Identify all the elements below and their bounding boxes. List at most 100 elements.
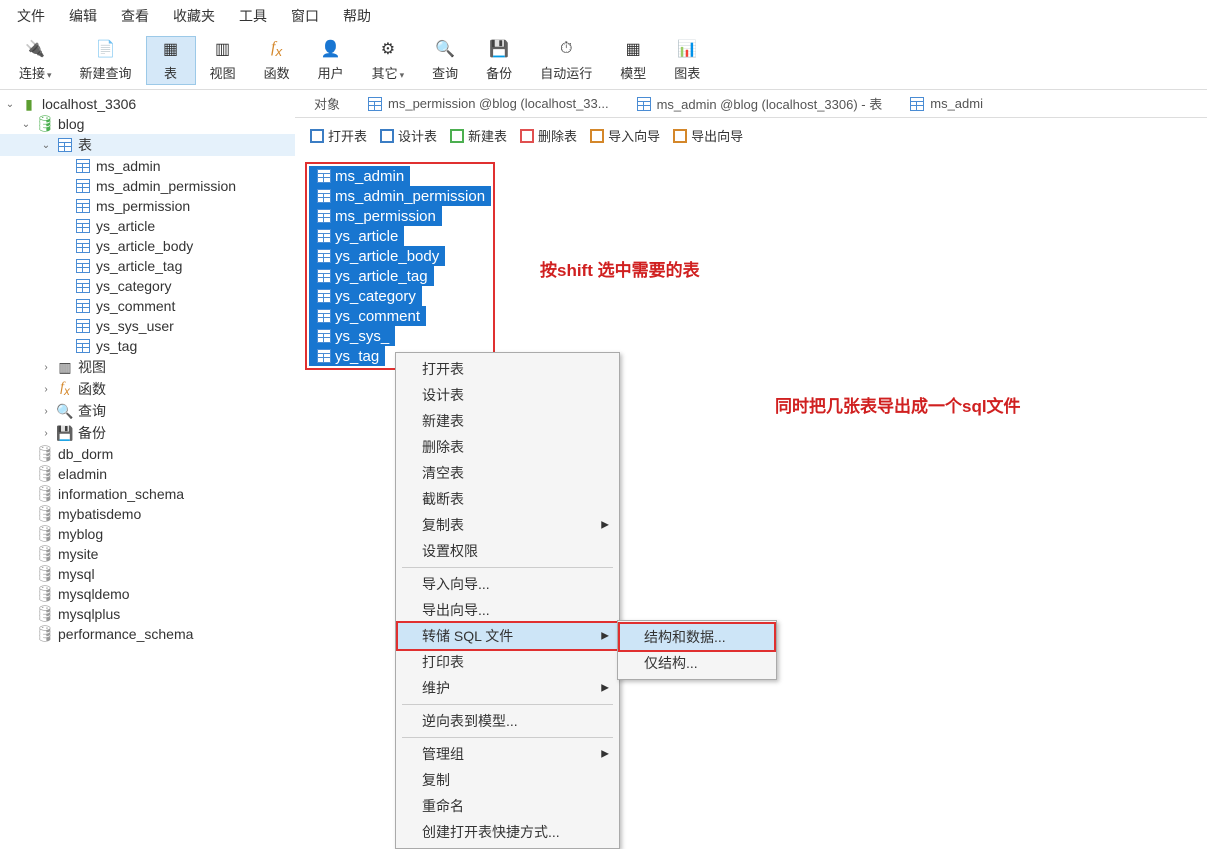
- ctx-item[interactable]: 打开表: [398, 356, 617, 382]
- table-node[interactable]: ms_admin: [0, 156, 295, 176]
- ctx-item[interactable]: 新建表: [398, 408, 617, 434]
- selected-table[interactable]: ms_admin_permission: [309, 186, 491, 206]
- menu-edit[interactable]: 编辑: [57, 2, 109, 30]
- tables-folder-node[interactable]: ⌄ 表: [0, 134, 295, 156]
- toolbar-用户[interactable]: 👤用户: [304, 36, 358, 85]
- toolbar-函数[interactable]: fx函数: [250, 36, 304, 85]
- selected-table[interactable]: ys_comment: [309, 306, 426, 326]
- toolbar-新建查询[interactable]: 📄新建查询: [66, 36, 146, 85]
- ctx-rename[interactable]: 重命名: [398, 793, 617, 819]
- table-icon: [56, 136, 74, 154]
- separator: [402, 737, 613, 738]
- selected-table[interactable]: ys_article_tag: [309, 266, 434, 286]
- action-btn[interactable]: 新建表: [445, 124, 511, 147]
- ctx-import[interactable]: 导入向导...: [398, 571, 617, 597]
- context-menu: 打开表设计表新建表删除表清空表截断表 复制表▶ 设置权限 导入向导... 导出向…: [395, 352, 620, 849]
- tab[interactable]: 对象: [303, 90, 351, 117]
- database-icon: 🛢: [36, 485, 54, 503]
- toolbar-图表[interactable]: 📊图表: [660, 36, 714, 85]
- database-node[interactable]: 🛢mysqldemo: [0, 584, 295, 604]
- tree-node[interactable]: ›💾备份: [0, 422, 295, 444]
- submenu-dump: 结构和数据... 仅结构...: [617, 620, 777, 680]
- database-node[interactable]: 🛢myblog: [0, 524, 295, 544]
- ctx-maintain[interactable]: 维护▶: [398, 675, 617, 701]
- table-node[interactable]: ys_tag: [0, 336, 295, 356]
- database-node[interactable]: 🛢information_schema: [0, 484, 295, 504]
- ctx-struct-only[interactable]: 仅结构...: [620, 650, 774, 676]
- selected-table[interactable]: ys_article: [309, 226, 404, 246]
- ctx-copy[interactable]: 复制: [398, 767, 617, 793]
- database-node[interactable]: 🛢performance_schema: [0, 624, 295, 644]
- database-icon: 🛢: [36, 525, 54, 543]
- selected-table[interactable]: ms_permission: [309, 206, 442, 226]
- toolbar-icon: ⏱: [556, 39, 576, 59]
- ctx-set-perm[interactable]: 设置权限: [398, 538, 617, 564]
- ctx-item[interactable]: 清空表: [398, 460, 617, 486]
- ctx-print[interactable]: 打印表: [398, 649, 617, 675]
- table-node[interactable]: ys_article_tag: [0, 256, 295, 276]
- table-node[interactable]: ms_permission: [0, 196, 295, 216]
- menu-tools[interactable]: 工具: [227, 2, 279, 30]
- toolbar-自动运行[interactable]: ⏱自动运行: [526, 36, 606, 85]
- table-icon: [366, 95, 384, 113]
- table-icon: [315, 227, 333, 245]
- ctx-shortcut[interactable]: 创建打开表快捷方式...: [398, 819, 617, 845]
- selected-table[interactable]: ys_tag: [309, 346, 385, 366]
- toolbar-连接[interactable]: 🔌连接▾: [5, 36, 66, 85]
- action-btn[interactable]: 导出向导: [668, 124, 747, 147]
- toolbar-其它[interactable]: ⚙其它▾: [358, 36, 419, 85]
- ctx-item[interactable]: 删除表: [398, 434, 617, 460]
- database-node[interactable]: 🛢mysql: [0, 564, 295, 584]
- menu-fav[interactable]: 收藏夹: [161, 2, 227, 30]
- tab[interactable]: ms_permission @blog (localhost_33...: [351, 91, 620, 117]
- database-node[interactable]: 🛢db_dorm: [0, 444, 295, 464]
- menu-window[interactable]: 窗口: [279, 2, 331, 30]
- node-icon: 💾: [56, 424, 74, 442]
- ctx-copy-table[interactable]: 复制表▶: [398, 512, 617, 538]
- ctx-struct-data[interactable]: 结构和数据...: [620, 624, 774, 650]
- selected-table[interactable]: ms_admin: [309, 166, 410, 186]
- ctx-dump-sql[interactable]: 转储 SQL 文件▶ 结构和数据... 仅结构...: [398, 623, 617, 649]
- database-node[interactable]: 🛢eladmin: [0, 464, 295, 484]
- ctx-export[interactable]: 导出向导...: [398, 597, 617, 623]
- ctx-item[interactable]: 截断表: [398, 486, 617, 512]
- toolbar-模型[interactable]: ▦模型: [606, 36, 660, 85]
- action-icon: [449, 128, 465, 144]
- table-icon: [315, 307, 333, 325]
- toolbar-查询[interactable]: 🔍查询: [418, 36, 472, 85]
- toolbar-备份[interactable]: 💾备份: [472, 36, 526, 85]
- ctx-reverse[interactable]: 逆向表到模型...: [398, 708, 617, 734]
- tree-node[interactable]: ›🔍查询: [0, 400, 295, 422]
- ctx-manage-group[interactable]: 管理组▶: [398, 741, 617, 767]
- toolbar-视图[interactable]: ▥视图: [196, 36, 250, 85]
- menu-view[interactable]: 查看: [109, 2, 161, 30]
- table-node[interactable]: ys_comment: [0, 296, 295, 316]
- tab[interactable]: ms_admin @blog (localhost_3306) - 表: [620, 90, 894, 117]
- selected-table[interactable]: ys_sys_: [309, 326, 395, 346]
- ctx-item[interactable]: 设计表: [398, 382, 617, 408]
- tab[interactable]: ms_admi: [893, 91, 994, 117]
- selected-table[interactable]: ys_category: [309, 286, 422, 306]
- action-btn[interactable]: 设计表: [375, 124, 441, 147]
- toolbar-表[interactable]: ▦表: [146, 36, 196, 85]
- menu-help[interactable]: 帮助: [331, 2, 383, 30]
- table-node[interactable]: ys_category: [0, 276, 295, 296]
- table-icon: [74, 337, 92, 355]
- database-node[interactable]: ⌄🛢 blog: [0, 114, 295, 134]
- action-btn[interactable]: 导入向导: [585, 124, 664, 147]
- connection-node[interactable]: ⌄▮ localhost_3306: [0, 94, 295, 114]
- action-btn[interactable]: 删除表: [515, 124, 581, 147]
- menu-file[interactable]: 文件: [5, 2, 57, 30]
- table-node[interactable]: ys_article_body: [0, 236, 295, 256]
- database-node[interactable]: 🛢mybatisdemo: [0, 504, 295, 524]
- table-node[interactable]: ys_article: [0, 216, 295, 236]
- selected-table[interactable]: ys_article_body: [309, 246, 445, 266]
- tree-node[interactable]: ›▥视图: [0, 356, 295, 378]
- database-node[interactable]: 🛢mysite: [0, 544, 295, 564]
- table-node[interactable]: ys_sys_user: [0, 316, 295, 336]
- tree-node[interactable]: ›fx函数: [0, 378, 295, 400]
- table-icon: [74, 257, 92, 275]
- action-btn[interactable]: 打开表: [305, 124, 371, 147]
- table-node[interactable]: ms_admin_permission: [0, 176, 295, 196]
- database-node[interactable]: 🛢mysqlplus: [0, 604, 295, 624]
